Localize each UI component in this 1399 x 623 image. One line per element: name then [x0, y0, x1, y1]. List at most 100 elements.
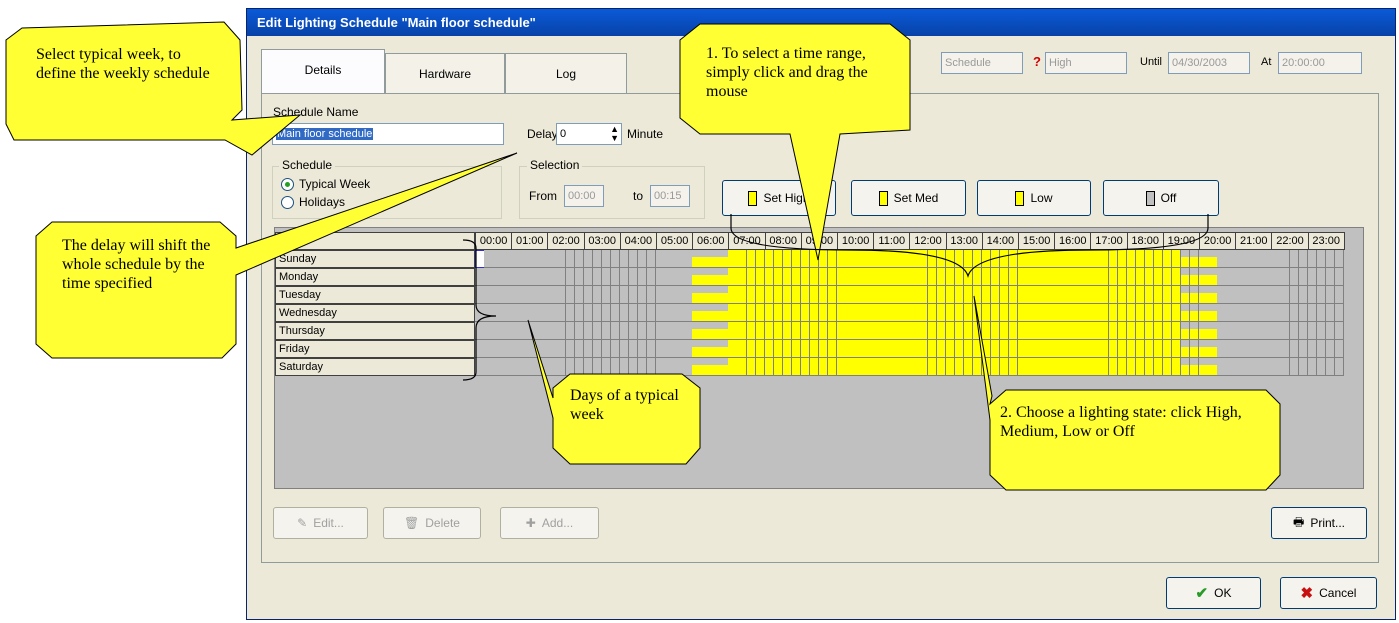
day-row-friday[interactable]: Friday — [275, 340, 475, 358]
hour-header-1200[interactable]: 12:00 — [909, 232, 947, 250]
hour-header-0400[interactable]: 04:00 — [619, 232, 657, 250]
callout-time-range: 1. To select a time range, simply click … — [706, 45, 868, 100]
day-row-monday[interactable]: Monday — [275, 268, 475, 286]
hour-header-2200[interactable]: 22:00 — [1271, 232, 1309, 250]
low-button[interactable]: Low — [977, 180, 1091, 216]
callout-lighting-state: 2. Choose a lighting state: click High, … — [1000, 404, 1242, 440]
radio-empty-icon — [281, 195, 294, 209]
ok-label: OK — [1214, 586, 1232, 600]
set-high-label: Set High — [763, 191, 810, 205]
schedule-group-label: Schedule — [279, 158, 336, 172]
high-swatch-icon — [748, 190, 758, 206]
edit-button[interactable]: ✎ Edit... — [273, 507, 368, 539]
hour-header-0800[interactable]: 08:00 — [764, 232, 802, 250]
dialog-title: Edit Lighting Schedule "Main floor sched… — [247, 9, 1395, 36]
tab-hardware[interactable]: Hardware — [385, 53, 505, 93]
callout-delay: The delay will shift the whole schedule … — [62, 237, 211, 292]
at-label: At — [1261, 56, 1272, 68]
edit-label: Edit... — [313, 516, 344, 530]
add-label: Add... — [541, 516, 574, 530]
tab-details-label: Details — [304, 63, 342, 77]
hour-header-2300[interactable]: 23:00 — [1307, 232, 1345, 250]
from-label: From — [529, 189, 557, 203]
hour-header-1800[interactable]: 18:00 — [1126, 232, 1164, 250]
hour-header-1700[interactable]: 17:00 — [1090, 232, 1128, 250]
day-row-tuesday[interactable]: Tuesday — [275, 286, 475, 304]
hour-header-0000[interactable]: 00:00 — [475, 232, 513, 250]
holidays-radio[interactable]: Holidays — [281, 195, 345, 209]
plus-icon: ✚ — [525, 516, 536, 530]
day-row-thursday[interactable]: Thursday — [275, 322, 475, 340]
set-high-button[interactable]: Set High — [722, 180, 836, 216]
schedule-cell[interactable] — [1334, 250, 1345, 268]
schedule-grid[interactable]: Days Sunday Monday Tuesday Wednesday Thursda… — [274, 227, 1364, 489]
hour-header-0600[interactable]: 06:00 — [692, 232, 730, 250]
until-label: Until — [1140, 56, 1163, 68]
state-question-icon: ? — [1033, 54, 1041, 69]
schedule-group — [272, 166, 502, 219]
hour-header-2000[interactable]: 20:00 — [1199, 232, 1237, 250]
off-label: Off — [1160, 191, 1177, 205]
off-swatch-icon — [1145, 190, 1155, 206]
set-med-label: Set Med — [893, 191, 939, 205]
to-field: 00:15 — [650, 185, 690, 207]
radio-selected-icon — [281, 177, 294, 191]
schedule-cell[interactable] — [1334, 286, 1345, 304]
schedule-cell[interactable] — [1334, 340, 1345, 358]
set-med-button[interactable]: Set Med — [851, 180, 966, 216]
hour-header-2100[interactable]: 21:00 — [1235, 232, 1273, 250]
hour-header-0700[interactable]: 07:00 — [728, 232, 766, 250]
add-button[interactable]: ✚ Add... — [500, 507, 599, 539]
hour-header-1400[interactable]: 14:00 — [981, 232, 1019, 250]
hour-header-1300[interactable]: 13:00 — [945, 232, 983, 250]
schedule-name-input[interactable]: Main floor schedule — [272, 123, 504, 145]
typical-week-label: Typical Week — [299, 177, 371, 191]
schedule-cell[interactable] — [1334, 304, 1345, 322]
hour-header-0300[interactable]: 03:00 — [583, 232, 621, 250]
hour-header-1600[interactable]: 16:00 — [1054, 232, 1092, 250]
schedule-name-value: Main floor schedule — [276, 128, 374, 140]
med-swatch-icon — [878, 190, 888, 206]
tab-log[interactable]: Log — [505, 53, 627, 93]
hour-header-0100[interactable]: 01:00 — [511, 232, 549, 250]
pencil-icon: ✎ — [297, 516, 308, 530]
print-label: Print... — [1310, 516, 1345, 530]
delay-unit-label: Minute — [627, 127, 664, 141]
hour-header-0900[interactable]: 09:00 — [800, 232, 838, 250]
tab-log-label: Log — [555, 67, 577, 81]
hour-header-0200[interactable]: 02:00 — [547, 232, 585, 250]
cancel-label: Cancel — [1319, 586, 1357, 600]
off-button[interactable]: Off — [1103, 180, 1219, 216]
hour-header-1100[interactable]: 11:00 — [873, 232, 911, 250]
until-field: 04/30/2003 — [1168, 52, 1250, 74]
hour-header-0500[interactable]: 05:00 — [656, 232, 694, 250]
low-label: Low — [1030, 191, 1053, 205]
typical-week-radio[interactable]: Typical Week — [281, 177, 370, 191]
day-row-saturday[interactable]: Saturday — [275, 358, 475, 376]
print-button[interactable]: 🖶 Print... — [1271, 507, 1367, 539]
delete-label: Delete — [425, 516, 460, 530]
tab-hardware-label: Hardware — [418, 67, 472, 81]
tab-details[interactable]: Details — [261, 49, 385, 94]
delay-label: Delay — [527, 127, 558, 141]
selection-group-label: Selection — [527, 158, 583, 172]
days-header: Days — [275, 232, 475, 250]
hour-header-1000[interactable]: 10:00 — [837, 232, 875, 250]
schedule-cell[interactable] — [1334, 358, 1345, 376]
day-row-sunday[interactable]: Sunday — [275, 250, 475, 268]
schedule-cell[interactable] — [1334, 322, 1345, 340]
to-label: to — [633, 189, 644, 203]
status-state-field: High — [1045, 52, 1127, 74]
at-field: 20:00:00 — [1278, 52, 1362, 74]
schedule-cell[interactable] — [1334, 268, 1345, 286]
cancel-button[interactable]: ✖ Cancel — [1280, 577, 1377, 609]
ok-button[interactable]: ✔ OK — [1166, 577, 1261, 609]
delete-button[interactable]: 🗑 Delete — [383, 507, 481, 539]
holidays-label: Holidays — [299, 195, 346, 209]
callout-days: Days of a typical week — [570, 387, 679, 423]
hour-header-1500[interactable]: 15:00 — [1018, 232, 1056, 250]
hour-header-1900[interactable]: 19:00 — [1162, 232, 1200, 250]
stepper-arrows-icon[interactable]: ▲ ▼ — [610, 125, 619, 143]
delay-stepper[interactable]: 0 ▲ ▼ — [556, 123, 622, 145]
day-row-wednesday[interactable]: Wednesday — [275, 304, 475, 322]
